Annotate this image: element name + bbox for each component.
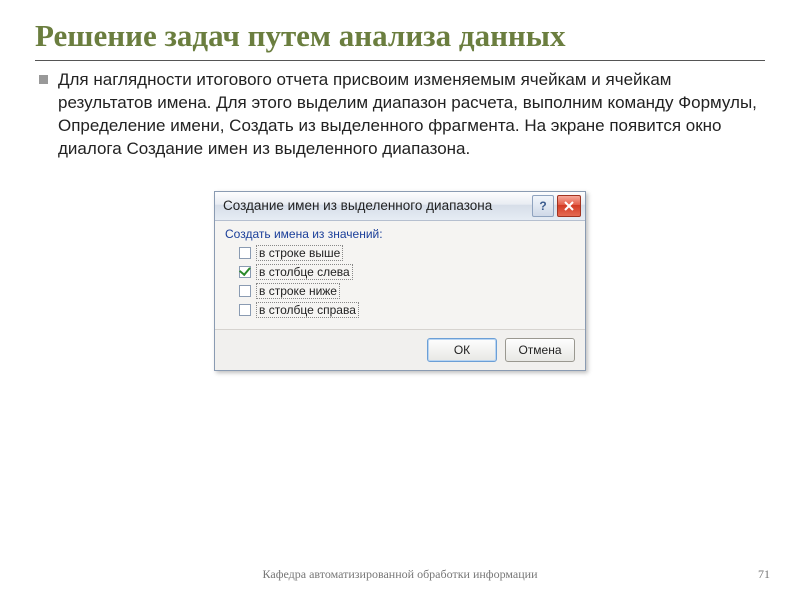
option-col-left[interactable]: в столбце слева [239,264,575,280]
page-title: Решение задач путем анализа данных [35,18,765,61]
checkbox[interactable] [239,247,251,259]
ok-button[interactable]: ОК [427,338,497,362]
option-col-right[interactable]: в столбце справа [239,302,575,318]
options-group: в строке выше в столбце слева в строке н… [239,245,575,318]
page-number: 71 [758,567,770,582]
cancel-button[interactable]: Отмена [505,338,575,362]
close-icon [564,201,574,211]
create-names-dialog: Создание имен из выделенного диапазона ?… [214,191,586,371]
option-label: в строке выше [256,245,343,261]
option-row-below[interactable]: в строке ниже [239,283,575,299]
body-row: Для наглядности итогового отчета присвои… [35,69,765,161]
button-label: Отмена [518,343,561,357]
close-button[interactable] [557,195,581,217]
dialog-titlebar[interactable]: Создание имен из выделенного диапазона ? [215,192,585,221]
dialog-title: Создание имен из выделенного диапазона [223,198,532,213]
checkbox[interactable] [239,266,251,278]
body-text: Для наглядности итогового отчета присвои… [58,69,765,161]
dialog-body: Создать имена из значений: в строке выше… [215,221,585,329]
bullet-icon [39,75,48,84]
option-label: в столбце слева [256,264,353,280]
checkbox[interactable] [239,285,251,297]
option-row-above[interactable]: в строке выше [239,245,575,261]
option-label: в столбце справа [256,302,359,318]
slide-footer: Кафедра автоматизированной обработки инф… [0,567,800,582]
slide: Решение задач путем анализа данных Для н… [0,0,800,600]
dialog-footer: ОК Отмена [215,329,585,370]
button-label: ОК [454,343,470,357]
checkbox[interactable] [239,304,251,316]
help-button[interactable]: ? [532,195,554,217]
option-label: в строке ниже [256,283,340,299]
help-icon: ? [539,199,546,213]
group-label: Создать имена из значений: [225,227,575,241]
